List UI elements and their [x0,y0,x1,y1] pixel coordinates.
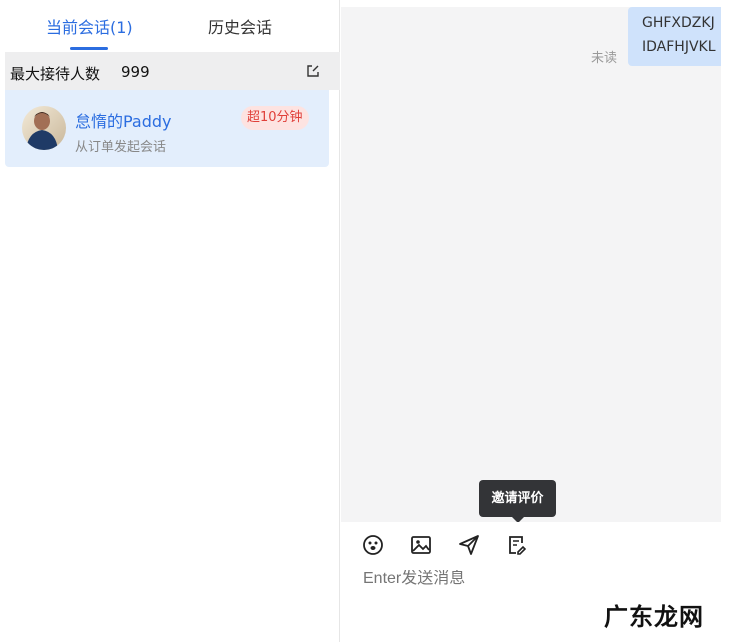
edit-icon[interactable] [306,63,320,77]
message-line-2: IDAFHJVKL [642,39,716,55]
image-icon[interactable] [408,532,434,558]
invite-evaluation-tooltip: 邀请评价 [479,480,556,517]
tab-history-sessions[interactable]: 历史会话 [208,14,272,38]
max-reception-value: 999 [121,63,150,81]
max-reception-bar: 最大接待人数 999 [5,52,340,90]
evaluation-icon[interactable] [504,532,530,558]
emoji-icon[interactable] [360,532,386,558]
conversation-panel: 当前会话(1) 历史会话 最大接待人数 999 怠惰的Paddy 从订单发起会话… [0,0,340,642]
watermark-logo: 广东龙网 [604,602,704,631]
overdue-badge: 超10分钟 [241,106,309,130]
send-plane-icon[interactable] [456,532,482,558]
max-reception-label: 最大接待人数 [10,65,101,83]
unread-status: 未读 [591,51,618,66]
tab-current-sessions[interactable]: 当前会话(1) [46,14,133,38]
message-bubble: GHFXDZKJ IDAFHJVKL [628,7,721,66]
message-input[interactable] [363,570,703,588]
avatar [22,106,66,150]
active-tab-indicator [70,47,108,50]
conversation-item[interactable]: 怠惰的Paddy 从订单发起会话 超10分钟 [5,90,329,167]
conversation-name: 怠惰的Paddy [75,112,172,131]
message-line-1: GHFXDZKJ [642,15,715,31]
conversation-source: 从订单发起会话 [75,140,167,155]
conversation-tabs: 当前会话(1) 历史会话 [0,0,340,52]
message-area: 未读 GHFXDZKJ IDAFHJVKL [341,7,721,522]
